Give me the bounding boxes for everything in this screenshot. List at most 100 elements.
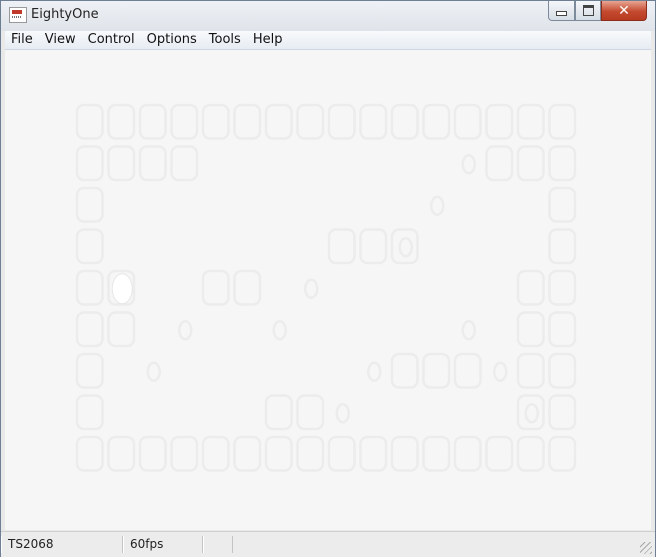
maze-block — [75, 269, 104, 306]
maze-block — [548, 228, 577, 265]
maze-block — [75, 311, 104, 348]
maze-block — [107, 311, 136, 348]
maze-block — [233, 435, 262, 472]
minimize-icon — [556, 11, 567, 16]
maze-block — [170, 435, 199, 472]
status-machine-model: TS2068 — [1, 536, 123, 553]
menu-tools[interactable]: Tools — [203, 31, 247, 49]
maze-block — [359, 103, 388, 140]
maze-block — [170, 103, 199, 140]
maze-block — [75, 394, 104, 431]
maze-block — [548, 186, 577, 223]
maze-block — [138, 145, 167, 182]
maze-block — [327, 103, 356, 140]
maze-block — [327, 435, 356, 472]
maze-block — [75, 435, 104, 472]
minimize-button[interactable] — [548, 1, 575, 21]
maze-block — [485, 103, 514, 140]
maze-block — [548, 269, 577, 306]
window-title: EightyOne — [31, 7, 99, 22]
maze-block — [516, 269, 545, 306]
maze-block — [390, 352, 419, 389]
menu-file[interactable]: File — [5, 31, 39, 49]
emulator-display[interactable] — [5, 50, 651, 530]
maze-orb — [146, 361, 161, 382]
maximize-button[interactable] — [575, 1, 601, 21]
maze-block — [548, 352, 577, 389]
maze-block — [233, 103, 262, 140]
close-icon: ✕ — [618, 2, 630, 19]
maze-block — [516, 145, 545, 182]
maze-block — [75, 352, 104, 389]
maze-block — [170, 145, 199, 182]
maze-orb — [367, 361, 382, 382]
maze-block — [485, 435, 514, 472]
maze-block — [359, 435, 388, 472]
player-sprite — [111, 273, 133, 305]
maze-block — [107, 145, 136, 182]
maze-block — [548, 103, 577, 140]
maze-block — [264, 103, 293, 140]
menu-bar: File View Control Options Tools Help — [5, 31, 651, 50]
maze-block — [359, 228, 388, 265]
menu-control[interactable]: Control — [82, 31, 141, 49]
maximize-icon — [582, 5, 594, 16]
maze-block — [296, 435, 325, 472]
maze-orb — [398, 237, 413, 258]
maze-orb — [493, 361, 508, 382]
maze-block — [516, 103, 545, 140]
maze-block — [390, 228, 419, 265]
maze-block — [138, 435, 167, 472]
maze-block — [201, 103, 230, 140]
maze-block — [264, 435, 293, 472]
maze-orb — [430, 195, 445, 216]
menu-view[interactable]: View — [39, 31, 82, 49]
maze-block — [201, 269, 230, 306]
maze-block — [548, 435, 577, 472]
maze-block — [233, 269, 262, 306]
maze-block — [75, 145, 104, 182]
resize-grip[interactable] — [640, 542, 652, 554]
maze-block — [516, 394, 545, 431]
maze-orb — [304, 278, 319, 299]
status-bar: TS2068 60fps — [1, 531, 655, 557]
maze-block — [107, 103, 136, 140]
emulator-window: EightyOne ✕ File View Control Options To… — [0, 0, 656, 557]
maze-block — [422, 103, 451, 140]
game-screen[interactable] — [5, 50, 651, 530]
close-button[interactable]: ✕ — [601, 1, 647, 21]
menu-options[interactable]: Options — [141, 31, 203, 49]
title-bar[interactable]: EightyOne ✕ — [1, 1, 655, 31]
maze-block — [390, 435, 419, 472]
maze-block — [422, 435, 451, 472]
maze-block — [75, 186, 104, 223]
status-fps: 60fps — [123, 536, 203, 553]
maze-block — [327, 228, 356, 265]
status-empty-pane — [203, 536, 233, 553]
maze-block — [516, 435, 545, 472]
menu-help[interactable]: Help — [247, 31, 289, 49]
maze-block — [548, 145, 577, 182]
maze-block — [296, 394, 325, 431]
maze-orb — [178, 320, 193, 341]
maze-block — [75, 103, 104, 140]
maze-orb — [461, 320, 476, 341]
maze-block — [138, 103, 167, 140]
maze-block — [453, 435, 482, 472]
maze-block — [516, 352, 545, 389]
maze-block — [453, 103, 482, 140]
maze-orb — [461, 154, 476, 175]
maze-orb — [272, 320, 287, 341]
maze-block — [485, 145, 514, 182]
maze-block — [422, 352, 451, 389]
app-icon[interactable] — [9, 7, 27, 23]
maze-block — [296, 103, 325, 140]
maze-orb — [335, 403, 350, 424]
maze-block — [201, 435, 230, 472]
maze-block — [548, 394, 577, 431]
maze-block — [107, 435, 136, 472]
maze-block — [264, 394, 293, 431]
maze-block — [75, 228, 104, 265]
maze-orb — [524, 403, 539, 424]
maze-block — [453, 352, 482, 389]
